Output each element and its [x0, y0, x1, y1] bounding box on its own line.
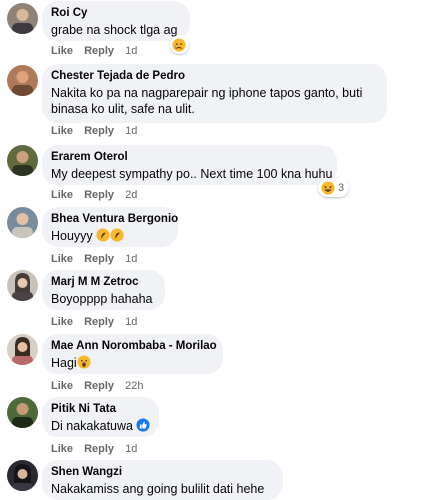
comment-bubble: Mae Ann Norombaba - Morilao Hagi [42, 334, 223, 374]
reply-button[interactable]: Reply [84, 253, 114, 265]
avatar[interactable] [7, 207, 38, 238]
comment-actions: Like Reply 1d [51, 253, 145, 265]
like-button[interactable]: Like [51, 316, 73, 328]
comment-author[interactable]: Mae Ann Norombaba - Morilao [51, 339, 217, 353]
haha-emoji-icon [321, 180, 335, 195]
comment-timestamp[interactable]: 1d [125, 443, 137, 455]
comment-actions: Like Reply 2d [51, 189, 145, 201]
comment-text-value: Hagi [51, 356, 77, 370]
comment-timestamp[interactable]: 22h [125, 380, 143, 392]
reaction-badge[interactable] [170, 35, 189, 54]
like-button[interactable]: Like [51, 125, 73, 137]
comment-text: grabe na shock tlga ag [51, 23, 178, 37]
comment-author[interactable]: Pitik Ni Tata [51, 402, 149, 416]
comment-bubble: Chester Tejada de Pedro Nakita ko pa na … [42, 64, 387, 123]
reply-button[interactable]: Reply [84, 125, 114, 137]
comment-text: Houyyy [51, 228, 168, 244]
comment-text-value: Di nakakatuwa [51, 419, 133, 433]
comment-bubble: Roi Cy grabe na shock tlga ag [42, 1, 190, 41]
reaction-badge[interactable]: 3 [318, 178, 350, 197]
avatar[interactable] [7, 334, 38, 365]
comment-actions: Like Reply 1d [51, 316, 145, 328]
comment-timestamp[interactable]: 1d [125, 253, 137, 265]
comment-author[interactable]: Erarem Oterol [51, 150, 327, 164]
comment-timestamp[interactable]: 1d [125, 45, 137, 57]
like-button[interactable]: Like [51, 189, 73, 201]
avatar[interactable] [7, 397, 38, 428]
rofl-emoji-icon [96, 228, 110, 242]
avatar[interactable] [7, 3, 38, 34]
comment-timestamp[interactable]: 2d [125, 189, 137, 201]
comment-author[interactable]: Marj M M Zetroc [51, 275, 155, 289]
sad-emoji-icon [172, 37, 186, 52]
comment-actions: Like Reply 22h [51, 380, 151, 392]
comment-bubble: Erarem Oterol My deepest sympathy po.. N… [42, 145, 337, 185]
comment-text: Boyopppp hahaha [51, 292, 153, 306]
comment-author[interactable]: Shen Wangzi [51, 465, 273, 479]
reply-button[interactable]: Reply [84, 443, 114, 455]
comment-text: Nakita ko pa na nagparepair ng iphone ta… [51, 86, 363, 116]
comment-actions: Like Reply 1d [51, 45, 145, 57]
comment-actions: Like Reply 1d [51, 443, 145, 455]
reply-button[interactable]: Reply [84, 45, 114, 57]
like-button[interactable]: Like [51, 253, 73, 265]
reply-button[interactable]: Reply [84, 316, 114, 328]
like-button[interactable]: Like [51, 45, 73, 57]
like-button[interactable]: Like [51, 443, 73, 455]
comment-author[interactable]: Chester Tejada de Pedro [51, 69, 377, 83]
reply-button[interactable]: Reply [84, 380, 114, 392]
reaction-count: 3 [338, 181, 345, 194]
comment-text-value: Houyyy [51, 229, 93, 243]
comment-actions: Like Reply 1d [51, 125, 145, 137]
comment-timestamp[interactable]: 1d [125, 125, 137, 137]
comment-bubble: Pitik Ni Tata Di nakakatuwa [42, 397, 159, 437]
comment-author[interactable]: Bhea Ventura Bergonio [51, 212, 178, 226]
comment-text: My deepest sympathy po.. Next time 100 k… [51, 167, 333, 181]
avatar[interactable] [7, 270, 38, 301]
avatar[interactable] [7, 65, 38, 96]
comment-bubble: Marj M M Zetroc Boyopppp hahaha [42, 270, 165, 310]
comment-text: Hagi [51, 355, 213, 371]
comment-bubble: Bhea Ventura Bergonio Houyyy [42, 207, 178, 247]
avatar[interactable] [7, 460, 38, 491]
rofl-emoji-icon [110, 228, 124, 242]
comment-author[interactable]: Roi Cy [51, 6, 180, 20]
comment-text: Di nakakatuwa [51, 418, 151, 434]
like-reaction-icon [136, 418, 151, 432]
wow-emoji-icon [77, 355, 91, 369]
comment-text: Nakakamiss ang going bulilit dati hehe [51, 482, 265, 496]
reply-button[interactable]: Reply [84, 189, 114, 201]
comment-bubble: Shen Wangzi Nakakamiss ang going bulilit… [42, 460, 283, 500]
comment-timestamp[interactable]: 1d [125, 316, 137, 328]
like-button[interactable]: Like [51, 380, 73, 392]
avatar[interactable] [7, 145, 38, 176]
